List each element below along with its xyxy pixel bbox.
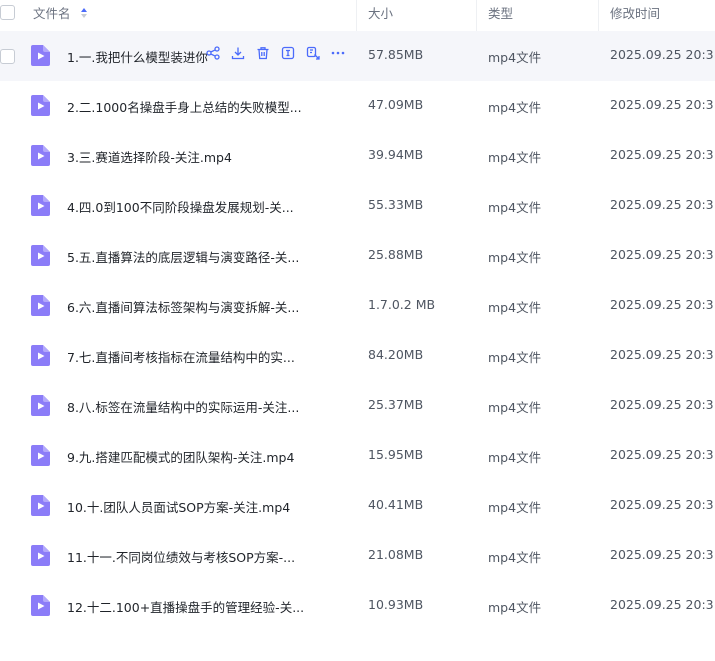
table-row[interactable]: 11.十一.不同岗位绩效与考核SOP方案-... 21.08MB mp4文件 2025…: [0, 531, 715, 581]
row-checkbox[interactable]: [0, 49, 15, 64]
file-modified: 2025.09.25 20:31: [610, 247, 715, 262]
rename-icon[interactable]: [281, 46, 295, 60]
select-all-checkbox[interactable]: [0, 5, 15, 20]
column-divider[interactable]: [356, 0, 357, 31]
video-file-icon: [31, 495, 50, 516]
video-file-icon: [31, 45, 50, 66]
file-type: mp4文件: [488, 500, 542, 515]
video-file-icon: [31, 245, 50, 266]
video-file-icon: [31, 145, 50, 166]
file-type: mp4文件: [488, 50, 542, 65]
column-divider[interactable]: [598, 0, 599, 31]
file-size: 25.37MB: [368, 397, 424, 412]
table-row[interactable]: 3.三.赛道选择阶段-关注.mp4 39.94MB mp4文件 2025.09.25 …: [0, 131, 715, 181]
column-header-size[interactable]: 大小: [368, 3, 393, 22]
file-modified: 2025.09.25 20:31: [610, 447, 715, 462]
file-size: 40.41MB: [368, 497, 424, 512]
table-row[interactable]: 8.八.标签在流量结构中的实际运用-关注... 25.37MB mp4文件 2025.…: [0, 381, 715, 431]
file-name[interactable]: 11.十一.不同岗位绩效与考核SOP方案-...: [67, 547, 295, 566]
file-type: mp4文件: [488, 100, 542, 115]
table-row[interactable]: 5.五.直播算法的底层逻辑与演变路径-关... 25.88MB mp4文件 2025.…: [0, 231, 715, 281]
file-name[interactable]: 1.一.我把什么模型装进你: [67, 47, 208, 66]
file-size: 1.7.0.2 MB: [368, 297, 436, 312]
file-name[interactable]: 10.十.团队人员面试SOP方案-关注.mp4: [67, 497, 290, 516]
file-modified: 2025.09.25 20:31: [610, 47, 715, 62]
file-table: 文件名 大小 类型 修改时间 1.一.我把什么模型装进你 57.85MB mp4文件…: [0, 0, 715, 661]
table-row[interactable]: 9.九.搭建匹配模式的团队架构-关注.mp4 15.95MB mp4文件 2025.0…: [0, 431, 715, 481]
video-file-icon: [31, 595, 50, 616]
column-header-name[interactable]: 文件名: [33, 3, 88, 22]
file-type: mp4文件: [488, 400, 542, 415]
file-name[interactable]: 3.三.赛道选择阶段-关注.mp4: [67, 147, 232, 166]
file-name[interactable]: 4.四.0到100不同阶段操盘发展规划-关...: [67, 197, 294, 216]
file-modified: 2025.09.25 20:31: [610, 297, 715, 312]
file-type: mp4文件: [488, 300, 542, 315]
copy-icon[interactable]: [306, 46, 320, 60]
file-type: mp4文件: [488, 200, 542, 215]
file-modified: 2025.09.25 20:31: [610, 497, 715, 512]
file-type: mp4文件: [488, 350, 542, 365]
file-modified: 2025.09.25 20:31: [610, 147, 715, 162]
download-icon[interactable]: [231, 46, 245, 60]
table-row[interactable]: 7.七.直播间考核指标在流量结构中的实... 84.20MB mp4文件 2025.0…: [0, 331, 715, 381]
file-name[interactable]: 2.二.1000名操盘手身上总结的失败模型...: [67, 97, 302, 116]
table-row[interactable]: 2.二.1000名操盘手身上总结的失败模型... 47.09MB mp4文件 2025…: [0, 81, 715, 131]
file-type: mp4文件: [488, 600, 542, 615]
file-modified: 2025.09.25 20:31: [610, 197, 715, 212]
file-name[interactable]: 8.八.标签在流量结构中的实际运用-关注...: [67, 397, 299, 416]
file-size: 21.08MB: [368, 547, 424, 562]
video-file-icon: [31, 295, 50, 316]
file-type: mp4文件: [488, 450, 542, 465]
file-name[interactable]: 12.十二.100+直播操盘手的管理经验-关...: [67, 597, 304, 616]
file-modified: 2025.09.25 20:31: [610, 547, 715, 562]
more-icon[interactable]: [331, 46, 345, 60]
file-type: mp4文件: [488, 250, 542, 265]
file-size: 57.85MB: [368, 47, 424, 62]
video-file-icon: [31, 195, 50, 216]
file-name[interactable]: 5.五.直播算法的底层逻辑与演变路径-关...: [67, 247, 299, 266]
file-size: 15.95MB: [368, 447, 424, 462]
video-file-icon: [31, 95, 50, 116]
video-file-icon: [31, 445, 50, 466]
file-size: 47.09MB: [368, 97, 424, 112]
file-size: 55.33MB: [368, 197, 424, 212]
row-actions: [206, 46, 356, 60]
file-size: 39.94MB: [368, 147, 424, 162]
file-size: 25.88MB: [368, 247, 424, 262]
file-modified: 2025.09.25 20:31: [610, 347, 715, 362]
video-file-icon: [31, 395, 50, 416]
file-modified: 2025.09.25 20:31: [610, 597, 715, 612]
table-row[interactable]: 1.一.我把什么模型装进你 57.85MB mp4文件 2025.09.25 20:3…: [0, 31, 715, 81]
table-row[interactable]: 12.十二.100+直播操盘手的管理经验-关... 10.93MB mp4文件 202…: [0, 581, 715, 631]
column-name-label: 文件名: [33, 6, 71, 21]
file-name[interactable]: 6.六.直播间算法标签架构与演变拆解-关...: [67, 297, 299, 316]
column-divider[interactable]: [476, 0, 477, 31]
file-size: 84.20MB: [368, 347, 424, 362]
table-row[interactable]: 6.六.直播间算法标签架构与演变拆解-关... 1.7.0.2 MB mp4文件 20…: [0, 281, 715, 331]
sort-icon[interactable]: [80, 7, 88, 19]
table-row[interactable]: 10.十.团队人员面试SOP方案-关注.mp4 40.41MB mp4文件 2025.…: [0, 481, 715, 531]
file-modified: 2025.09.25 20:31: [610, 397, 715, 412]
video-file-icon: [31, 545, 50, 566]
share-icon[interactable]: [206, 46, 220, 60]
table-header: 文件名 大小 类型 修改时间: [0, 0, 715, 32]
column-header-type[interactable]: 类型: [488, 3, 513, 22]
delete-icon[interactable]: [256, 46, 270, 60]
column-header-modified[interactable]: 修改时间: [610, 3, 660, 22]
file-type: mp4文件: [488, 550, 542, 565]
file-size: 10.93MB: [368, 597, 424, 612]
file-name[interactable]: 7.七.直播间考核指标在流量结构中的实...: [67, 347, 295, 366]
file-name[interactable]: 9.九.搭建匹配模式的团队架构-关注.mp4: [67, 447, 294, 466]
video-file-icon: [31, 345, 50, 366]
file-modified: 2025.09.25 20:31: [610, 97, 715, 112]
file-type: mp4文件: [488, 150, 542, 165]
table-row[interactable]: 4.四.0到100不同阶段操盘发展规划-关... 55.33MB mp4文件 2025…: [0, 181, 715, 231]
